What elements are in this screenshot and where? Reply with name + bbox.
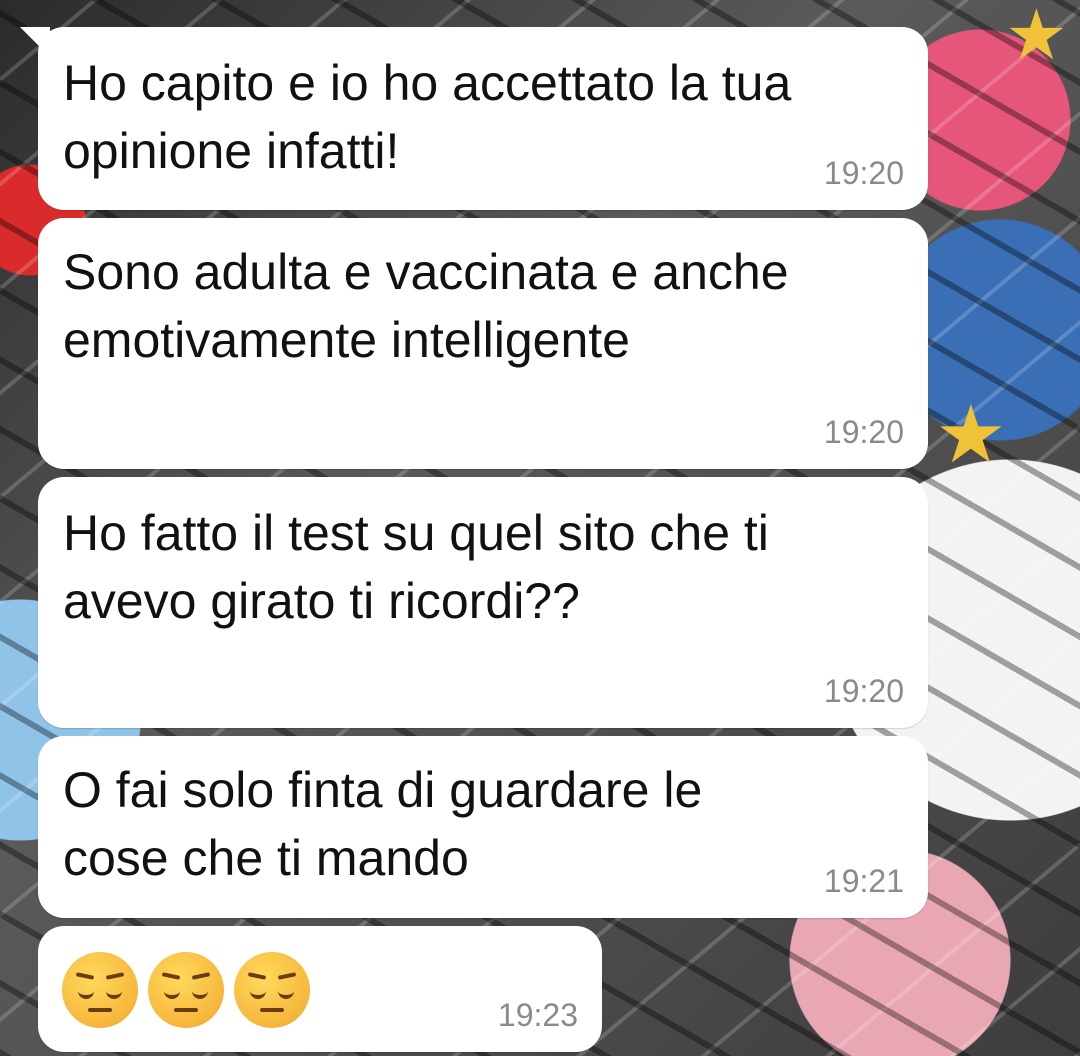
star-decoration-icon: ★ bbox=[935, 390, 1007, 479]
message-time: 19:20 bbox=[823, 673, 904, 709]
message-time: 19:20 bbox=[823, 414, 904, 450]
message-bubble-1[interactable]: Ho capito e io ho accettato la tua opini… bbox=[20, 27, 928, 210]
emoji-message bbox=[62, 952, 310, 1028]
message-time: 19:23 bbox=[497, 997, 578, 1033]
star-decoration-icon: ★ bbox=[1005, 0, 1068, 74]
pensive-face-icon bbox=[62, 952, 138, 1028]
message-bubble-3[interactable]: Ho fatto il test su quel sito che ti ave… bbox=[38, 477, 928, 728]
message-bubble-4[interactable]: O fai solo finta di guardare le cose che… bbox=[38, 736, 928, 918]
message-bubble-5[interactable]: 😔😔😔 19:23 bbox=[38, 926, 602, 1052]
pensive-face-icon bbox=[234, 952, 310, 1028]
pensive-face-icon bbox=[148, 952, 224, 1028]
message-text: Ho fatto il test su quel sito che ti ave… bbox=[63, 505, 769, 629]
message-bubble-2[interactable]: Sono adulta e vaccinata e anche emotivam… bbox=[38, 218, 928, 469]
message-text: Ho capito e io ho accettato la tua opini… bbox=[63, 55, 792, 179]
message-time: 19:21 bbox=[823, 863, 904, 899]
message-time: 19:20 bbox=[823, 155, 904, 191]
message-text: Sono adulta e vaccinata e anche emotivam… bbox=[63, 244, 789, 368]
bubble-tail bbox=[20, 27, 50, 57]
message-text: O fai solo finta di guardare le cose che… bbox=[63, 762, 703, 886]
